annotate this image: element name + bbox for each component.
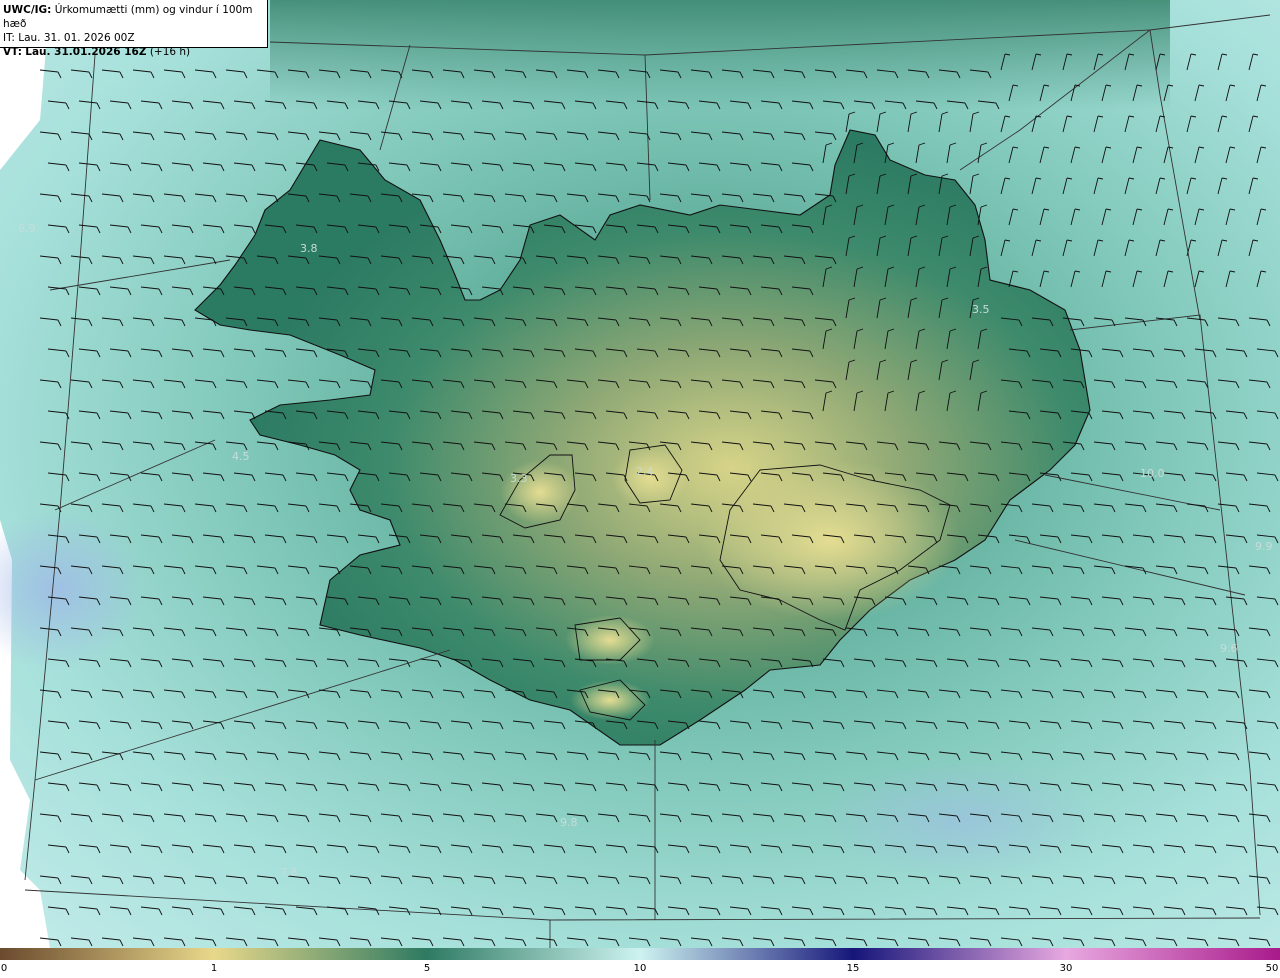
value-9-6: 9.6 [1220, 642, 1238, 655]
langjokull-patch [612, 448, 688, 508]
colorbar-tick-10: 10 [633, 963, 647, 974]
value-3-8: 3.8 [300, 242, 318, 255]
colorbar [0, 948, 1280, 960]
value-2-4: 2.4 [636, 465, 654, 478]
title-line: UWC/IG: Úrkomumætti (mm) og vindur í 100… [3, 3, 264, 31]
value-3-3: 3.3 [510, 472, 528, 485]
value-7-8: 7.8 [280, 866, 298, 879]
myrdalsjokull-patch [565, 615, 655, 665]
colorbar-tick-labels: 0 1 5 10 15 30 50 [0, 961, 1280, 978]
init-time: IT: Lau. 31. 01. 2026 00Z [3, 32, 135, 44]
colorbar-tick-5: 5 [423, 963, 431, 974]
valid-time-line: VT: Lau. 31.01.2026 16Z (+16 h) [3, 45, 264, 59]
value-3-5: 3.5 [972, 303, 990, 316]
product-code: UWC/IG: [3, 4, 52, 16]
value-10-0: 10.0 [1140, 467, 1165, 480]
eyjafjallajokull-patch [570, 680, 650, 720]
value-6-9: 6.9 [18, 222, 36, 235]
map-canvas: 6.9 3.8 4.5 3.3 2.4 3.5 10.0 9.9 9.6 9.8… [0, 0, 1280, 948]
lead-time: (+16 h) [149, 46, 191, 58]
valid-prefix: VT: [3, 46, 22, 58]
value-9-9: 9.9 [1255, 540, 1273, 553]
colorbar-gradient [0, 948, 1280, 960]
valid-time: Lau. 31.01.2026 16Z [25, 46, 147, 58]
value-9-8: 9.8 [560, 816, 578, 829]
southeast-blue-patch [820, 760, 1100, 880]
value-4-5: 4.5 [232, 450, 250, 463]
colorbar-tick-50: 50 [1265, 963, 1279, 974]
colorbar-tick-30: 30 [1059, 963, 1073, 974]
vatnajokull-patch [700, 460, 960, 620]
north-band [270, 0, 1170, 110]
hofsjokull-patch [500, 460, 580, 524]
colorbar-tick-1: 1 [210, 963, 218, 974]
colorbar-tick-0: 0 [0, 963, 8, 974]
forecast-map: 6.9 3.8 4.5 3.3 2.4 3.5 10.0 9.9 9.6 9.8… [0, 0, 1280, 948]
colorbar-tick-15: 15 [846, 963, 860, 974]
forecast-info-box: UWC/IG: Úrkomumætti (mm) og vindur í 100… [0, 0, 268, 58]
